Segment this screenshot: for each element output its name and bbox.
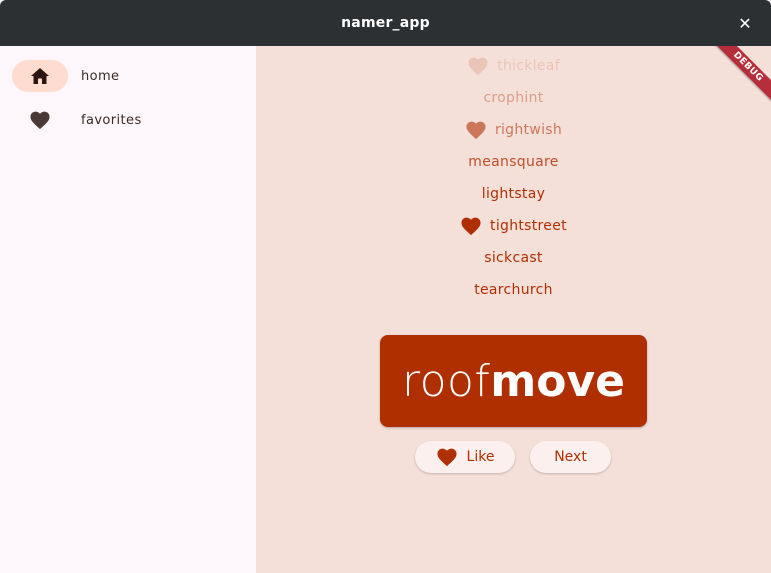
generator-page: thickleaf crophint rightwish meansquare ligh… <box>256 46 771 573</box>
nav-item-favorites-label: favorites <box>81 112 142 128</box>
history-item[interactable]: crophint <box>256 82 771 114</box>
history-item[interactable]: lightstay <box>256 178 771 210</box>
nav-item-home-label: home <box>81 68 120 84</box>
pair-second-word: move <box>490 355 626 407</box>
heart-icon <box>12 104 68 136</box>
history-item-label: lightstay <box>481 186 546 202</box>
history-item[interactable]: sickcast <box>256 242 771 274</box>
next-button-label: Next <box>554 449 587 465</box>
history-item[interactable]: tearchurch <box>256 274 771 306</box>
current-pair-card: roof move <box>380 335 647 427</box>
nav-item-home[interactable]: home <box>12 60 242 92</box>
history-item-label: crophint <box>483 90 544 106</box>
heart-icon <box>467 56 489 76</box>
history-item[interactable]: rightwish <box>256 114 771 146</box>
home-icon <box>12 60 68 92</box>
like-button-label: Like <box>466 449 495 465</box>
history-item[interactable]: tightstreet <box>256 210 771 242</box>
history-item-label: tightstreet <box>490 218 567 234</box>
history-item[interactable]: meansquare <box>256 146 771 178</box>
history-item-label: rightwish <box>494 122 563 138</box>
pair-first-word: roof <box>401 355 491 407</box>
like-button[interactable]: Like <box>415 441 515 473</box>
heart-icon <box>460 216 482 236</box>
next-button[interactable]: Next <box>530 441 611 473</box>
history-item-label: tearchurch <box>474 282 553 298</box>
close-icon[interactable]: ✕ <box>735 13 755 33</box>
history-item[interactable]: thickleaf <box>256 50 771 82</box>
window-titlebar: namer_app ✕ <box>0 0 771 46</box>
history-item-label: thickleaf <box>497 58 560 74</box>
history-item-label: meansquare <box>468 154 559 170</box>
window-title: namer_app <box>341 15 430 31</box>
nav-item-favorites[interactable]: favorites <box>12 104 242 136</box>
heart-icon <box>436 447 458 467</box>
history-item-label: sickcast <box>484 250 543 266</box>
heart-icon <box>465 120 487 140</box>
navigation-rail: home favorites <box>0 46 256 573</box>
